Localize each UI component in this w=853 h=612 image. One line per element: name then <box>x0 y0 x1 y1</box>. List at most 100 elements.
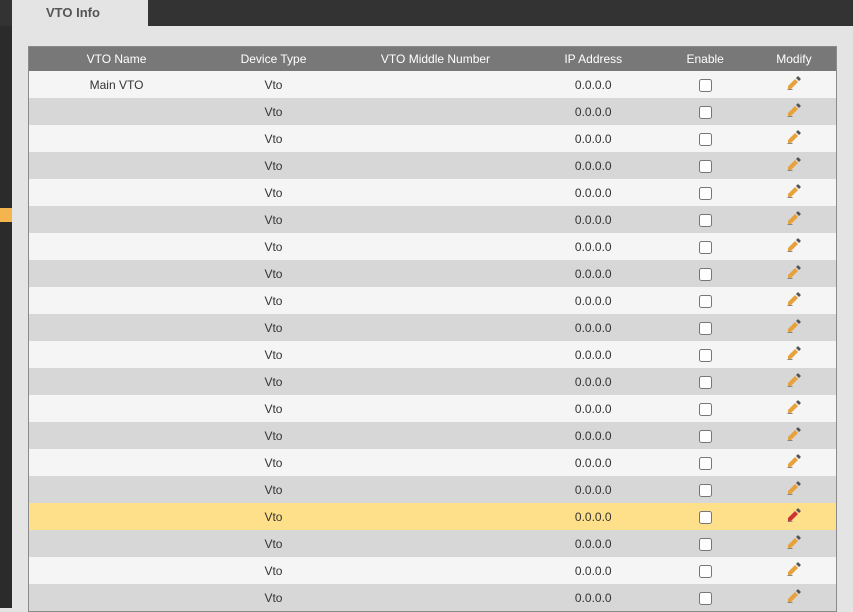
edit-button[interactable] <box>786 372 802 388</box>
cell-vto-name <box>29 476 205 503</box>
cell-vto-name <box>29 206 205 233</box>
table-row[interactable]: Vto0.0.0.0 <box>29 260 837 287</box>
edit-button[interactable] <box>786 75 802 91</box>
table-row[interactable]: Vto0.0.0.0 <box>29 98 837 125</box>
enable-checkbox[interactable] <box>699 322 712 335</box>
cell-modify <box>752 422 837 449</box>
table-row[interactable]: Vto0.0.0.0 <box>29 368 837 395</box>
table-row[interactable]: Vto0.0.0.0 <box>29 206 837 233</box>
edit-button[interactable] <box>786 210 802 226</box>
cell-enable <box>658 314 751 341</box>
cell-enable <box>658 422 751 449</box>
enable-checkbox[interactable] <box>699 592 712 605</box>
edit-button[interactable] <box>786 561 802 577</box>
cell-enable <box>658 530 751 557</box>
table-row[interactable]: Vto0.0.0.0 <box>29 341 837 368</box>
edit-button[interactable] <box>786 480 802 496</box>
enable-checkbox[interactable] <box>699 430 712 443</box>
table-row[interactable]: Vto0.0.0.0 <box>29 179 837 206</box>
table-row[interactable]: Vto0.0.0.0 <box>29 125 837 152</box>
edit-button[interactable] <box>786 237 802 253</box>
table-row[interactable]: Main VTOVto0.0.0.0 <box>29 71 837 98</box>
table-row[interactable]: Vto0.0.0.0 <box>29 449 837 476</box>
table-row[interactable]: Vto0.0.0.0 <box>29 530 837 557</box>
edit-button[interactable] <box>786 291 802 307</box>
edit-button[interactable] <box>786 588 802 604</box>
enable-checkbox[interactable] <box>699 349 712 362</box>
edit-button[interactable] <box>786 534 802 550</box>
enable-checkbox[interactable] <box>699 133 712 146</box>
cell-device-type: Vto <box>204 395 343 422</box>
pencil-icon <box>786 215 802 229</box>
cell-vto-name <box>29 341 205 368</box>
edit-button[interactable] <box>786 102 802 118</box>
cell-middle-number <box>343 233 528 260</box>
enable-checkbox[interactable] <box>699 79 712 92</box>
edit-button[interactable] <box>786 453 802 469</box>
pencil-icon <box>786 431 802 445</box>
table-row[interactable]: Vto0.0.0.0 <box>29 584 837 612</box>
enable-checkbox[interactable] <box>699 538 712 551</box>
enable-checkbox[interactable] <box>699 187 712 200</box>
cell-modify <box>752 503 837 530</box>
enable-checkbox[interactable] <box>699 268 712 281</box>
edit-button[interactable] <box>786 426 802 442</box>
table-row[interactable]: Vto 0.0.0.0 <box>29 395 837 422</box>
pencil-icon <box>786 323 802 337</box>
cell-enable <box>658 557 751 584</box>
cell-middle-number <box>343 314 528 341</box>
cell-vto-name <box>29 503 205 530</box>
table-row[interactable]: Vto0.0.0.0 <box>29 422 837 449</box>
table-row[interactable]: Vto0.0.0.0 <box>29 233 837 260</box>
cell-ip-address: 0.0.0.0 <box>528 287 658 314</box>
cell-enable <box>658 395 751 422</box>
table-row[interactable]: Vto0.0.0.0 <box>29 152 837 179</box>
pencil-icon <box>786 539 802 553</box>
edit-button[interactable] <box>786 345 802 361</box>
table-row[interactable]: Vto0.0.0.0 <box>29 503 837 530</box>
pencil-icon <box>786 458 802 472</box>
edit-button[interactable] <box>786 507 802 523</box>
cell-device-type: Vto <box>204 287 343 314</box>
cell-device-type: Vto <box>204 233 343 260</box>
col-ip-address: IP Address <box>528 47 658 72</box>
enable-checkbox[interactable] <box>699 376 712 389</box>
cell-middle-number <box>343 71 528 98</box>
cell-modify <box>752 206 837 233</box>
cell-modify <box>752 233 837 260</box>
enable-checkbox[interactable] <box>699 106 712 119</box>
cell-enable <box>658 206 751 233</box>
edit-button[interactable] <box>786 264 802 280</box>
enable-checkbox[interactable] <box>699 403 712 416</box>
table-row[interactable]: Vto0.0.0.0 <box>29 314 837 341</box>
col-device-type: Device Type <box>204 47 343 72</box>
tab-vto-info[interactable]: VTO Info <box>12 0 148 26</box>
enable-checkbox[interactable] <box>699 511 712 524</box>
enable-checkbox[interactable] <box>699 160 712 173</box>
cell-ip-address: 0.0.0.0 <box>528 530 658 557</box>
table-row[interactable]: Vto0.0.0.0 <box>29 557 837 584</box>
edit-button[interactable] <box>786 129 802 145</box>
edit-button[interactable] <box>786 318 802 334</box>
edit-button[interactable] <box>786 156 802 172</box>
pencil-icon <box>786 566 802 580</box>
table-row[interactable]: Vto0.0.0.0 <box>29 476 837 503</box>
pencil-icon <box>786 269 802 283</box>
edit-button[interactable] <box>786 183 802 199</box>
cell-ip-address: 0.0.0.0 <box>528 260 658 287</box>
cell-enable <box>658 260 751 287</box>
table-row[interactable]: Vto 0.0.0.0 <box>29 287 837 314</box>
enable-checkbox[interactable] <box>699 565 712 578</box>
cell-ip-address: 0.0.0.0 <box>528 395 658 422</box>
enable-checkbox[interactable] <box>699 457 712 470</box>
enable-checkbox[interactable] <box>699 295 712 308</box>
cell-vto-name <box>29 584 205 612</box>
cell-enable <box>658 341 751 368</box>
cell-middle-number <box>343 287 528 314</box>
edit-button[interactable] <box>786 399 802 415</box>
enable-checkbox[interactable] <box>699 241 712 254</box>
enable-checkbox[interactable] <box>699 214 712 227</box>
cell-ip-address: 0.0.0.0 <box>528 152 658 179</box>
vto-table: VTO Name Device Type VTO Middle Number I… <box>28 46 837 612</box>
enable-checkbox[interactable] <box>699 484 712 497</box>
